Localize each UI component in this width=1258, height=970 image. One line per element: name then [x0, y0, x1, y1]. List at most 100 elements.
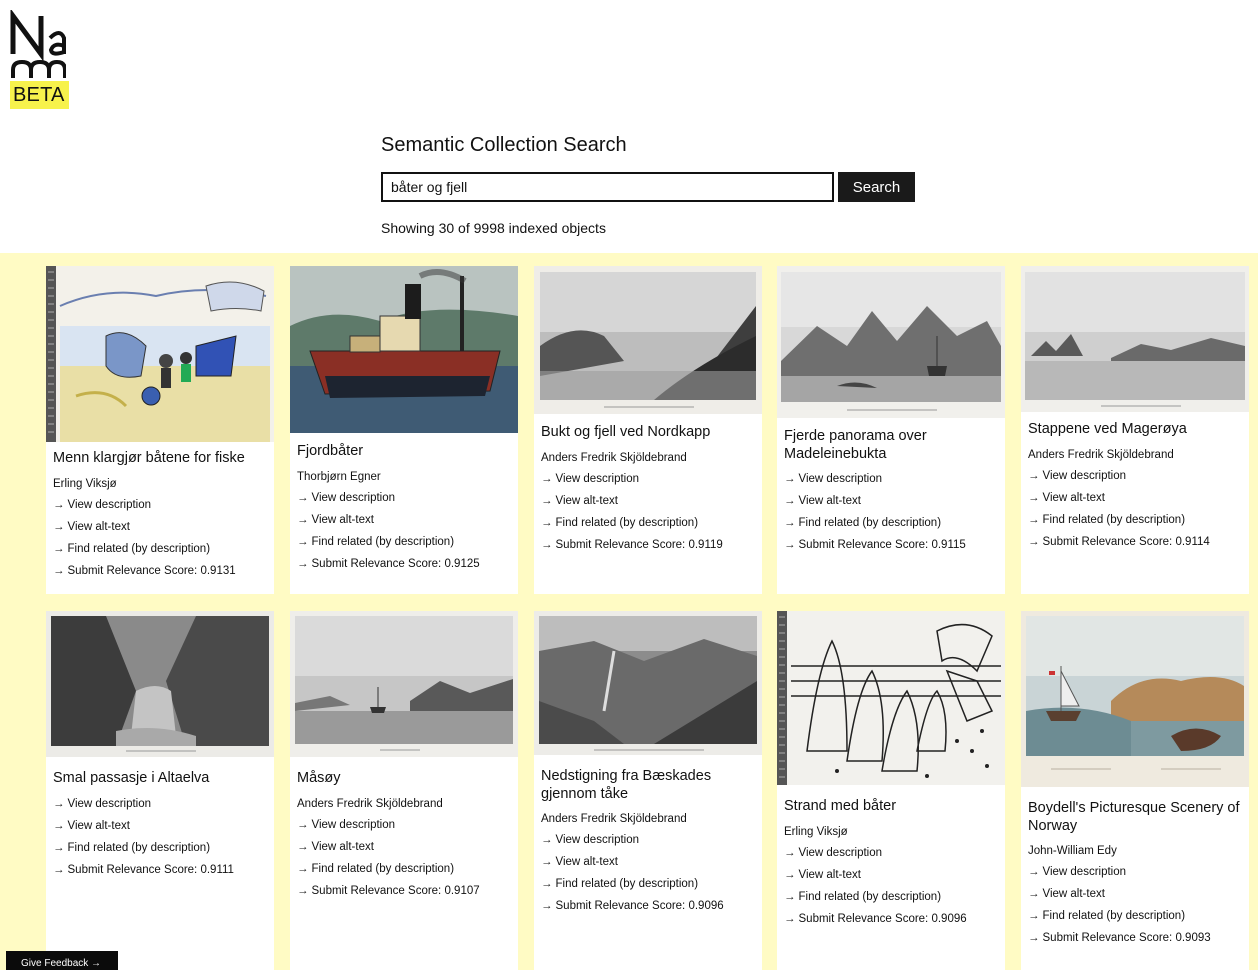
search-input[interactable] [381, 172, 834, 202]
submit-relevance-score-link[interactable]: → Submit Relevance Score: 0.9119 [541, 539, 758, 552]
view-description-link[interactable]: → View description [1028, 470, 1245, 483]
artwork-image[interactable] [46, 611, 274, 757]
find-related-link[interactable]: → Find related (by description) [784, 517, 1001, 530]
artwork-image[interactable] [1021, 611, 1249, 787]
arrow-right-icon: → [1028, 888, 1040, 900]
artwork-image[interactable] [1021, 266, 1249, 412]
find-related-link[interactable]: → Find related (by description) [1028, 514, 1245, 527]
arrow-right-icon: → [1028, 535, 1040, 548]
view-alt-text-link[interactable]: → View alt-text [784, 495, 1001, 508]
find-related-link[interactable]: → Find related (by description) [297, 536, 514, 549]
result-card: Stappene ved Magerøya Anders Fredrik Skj… [1021, 266, 1249, 594]
result-title: Fjerde panorama over Madeleinebukta [784, 428, 927, 462]
search-form: Search [381, 172, 915, 202]
beta-badge: BETA [10, 81, 69, 109]
artwork-image[interactable] [534, 266, 762, 414]
view-description-link[interactable]: → View description [784, 847, 1001, 860]
arrow-right-icon: → [297, 491, 309, 504]
submit-relevance-score-link[interactable]: → Submit Relevance Score: 0.9114 [1028, 536, 1245, 549]
arrow-right-icon: → [53, 564, 65, 577]
arrow-right-icon: → [541, 516, 553, 529]
submit-relevance-score-link[interactable]: → Submit Relevance Score: 0.9111 [53, 864, 270, 877]
find-related-link[interactable]: → Find related (by description) [297, 863, 514, 876]
view-description-link[interactable]: → View description [297, 819, 514, 832]
arrow-right-icon: → [784, 912, 796, 925]
arrow-right-icon: → [784, 890, 796, 903]
arrow-right-icon: → [297, 840, 309, 853]
result-title: Nedstigning fra Bæskades gjennom tåke [541, 768, 712, 802]
view-alt-text-link[interactable]: → View alt-text [53, 521, 270, 534]
artwork-image[interactable] [777, 266, 1005, 418]
view-alt-text-link[interactable]: → View alt-text [1028, 492, 1245, 505]
submit-relevance-score-link[interactable]: → Submit Relevance Score: 0.9131 [53, 565, 270, 578]
find-related-link[interactable]: → Find related (by description) [784, 891, 1001, 904]
arrow-right-icon: → [784, 473, 796, 485]
arrow-right-icon: → [53, 863, 65, 876]
view-description-link[interactable]: → View description [53, 798, 270, 811]
view-description-link[interactable]: → View description [1028, 866, 1245, 879]
national-museum-logo-icon [10, 10, 66, 78]
result-card: Strand med båter Erling Viksjø → View des… [777, 611, 1005, 970]
result-artist: Anders Fredrik Skjöldebrand [297, 797, 443, 810]
artwork-image[interactable] [46, 266, 274, 442]
result-card: Boydell's Picturesque Scenery of Norway … [1021, 611, 1249, 970]
arrow-right-icon: → [1028, 910, 1040, 922]
result-title: Fjordbåter [297, 443, 364, 459]
arrow-right-icon: → [1028, 866, 1040, 878]
arrow-right-icon: → [53, 520, 65, 533]
arrow-right-icon: → [1028, 469, 1040, 482]
arrow-right-icon: → [784, 539, 796, 551]
arrow-right-icon: → [297, 884, 309, 897]
artwork-image[interactable] [534, 611, 762, 755]
view-alt-text-link[interactable]: → View alt-text [297, 841, 514, 854]
find-related-link[interactable]: → Find related (by description) [53, 842, 270, 855]
artwork-image[interactable] [777, 611, 1005, 785]
submit-relevance-score-link[interactable]: → Submit Relevance Score: 0.9096 [784, 913, 1001, 926]
find-related-link[interactable]: → Find related (by description) [541, 878, 758, 891]
result-artist: Anders Fredrik Skjöldebrand [541, 451, 687, 464]
arrow-right-icon: → [541, 834, 553, 846]
arrow-right-icon: → [297, 862, 309, 875]
view-description-link[interactable]: → View description [541, 473, 758, 486]
find-related-link[interactable]: → Find related (by description) [1028, 910, 1245, 923]
result-title: Måsøy [297, 770, 341, 786]
artwork-image[interactable] [290, 611, 518, 757]
view-alt-text-link[interactable]: → View alt-text [53, 820, 270, 833]
arrow-right-icon: → [297, 818, 309, 831]
submit-relevance-score-link[interactable]: → Submit Relevance Score: 0.9096 [541, 900, 758, 913]
view-alt-text-link[interactable]: → View alt-text [297, 514, 514, 527]
view-description-link[interactable]: → View description [784, 473, 1001, 486]
result-card: Måsøy Anders Fredrik Skjöldebrand → View … [290, 611, 518, 970]
view-alt-text-link[interactable]: → View alt-text [1028, 888, 1245, 901]
view-alt-text-link[interactable]: → View alt-text [541, 856, 758, 869]
arrow-right-icon: → [541, 538, 553, 551]
arrow-right-icon: → [784, 495, 796, 507]
submit-relevance-score-link[interactable]: → Submit Relevance Score: 0.9115 [784, 539, 1001, 552]
find-related-link[interactable]: → Find related (by description) [53, 543, 270, 556]
submit-relevance-score-link[interactable]: → Submit Relevance Score: 0.9107 [297, 885, 514, 898]
arrow-right-icon: → [784, 517, 796, 529]
view-description-link[interactable]: → View description [541, 834, 758, 847]
search-button[interactable]: Search [838, 172, 915, 202]
arrow-right-icon: → [541, 472, 553, 485]
logo[interactable]: BETA [10, 10, 70, 110]
arrow-right-icon: → [53, 498, 65, 511]
submit-relevance-score-link[interactable]: → Submit Relevance Score: 0.9093 [1028, 932, 1245, 945]
arrow-right-icon: → [541, 878, 553, 890]
view-description-link[interactable]: → View description [297, 492, 514, 505]
arrow-right-icon: → [53, 542, 65, 555]
result-artist: Anders Fredrik Skjöldebrand [541, 813, 687, 825]
result-title: Smal passasje i Altaelva [53, 770, 210, 786]
find-related-link[interactable]: → Find related (by description) [541, 517, 758, 530]
result-title: Boydell's Picturesque Scenery of Norway [1028, 800, 1240, 834]
arrow-right-icon: → [53, 841, 65, 854]
result-title: Bukt og fjell ved Nordkapp [541, 424, 711, 440]
give-feedback-button[interactable]: Give Feedback → [6, 951, 118, 970]
view-alt-text-link[interactable]: → View alt-text [784, 869, 1001, 882]
submit-relevance-score-link[interactable]: → Submit Relevance Score: 0.9125 [297, 558, 514, 571]
artwork-image[interactable] [290, 266, 518, 433]
view-alt-text-link[interactable]: → View alt-text [541, 495, 758, 508]
view-description-link[interactable]: → View description [53, 499, 270, 512]
result-card: Bukt og fjell ved Nordkapp Anders Fredri… [534, 266, 762, 594]
arrow-right-icon: → [53, 819, 65, 832]
